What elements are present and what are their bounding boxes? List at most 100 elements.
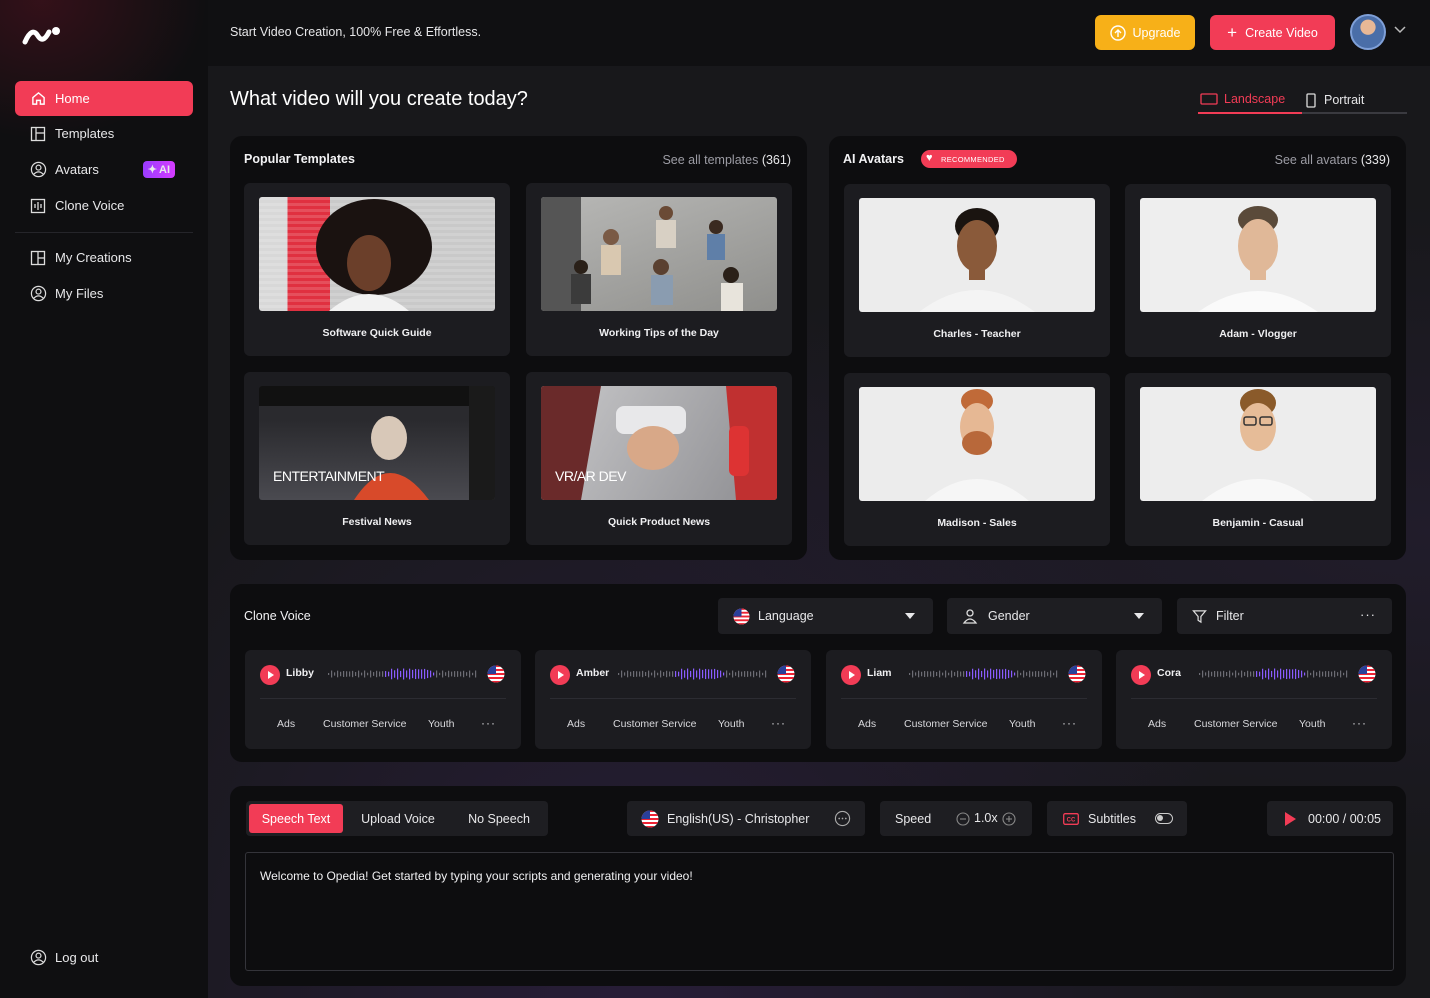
voice-card[interactable]: Amber Ads Customer Service Youth ··· — [535, 650, 811, 749]
gender-dropdown[interactable]: Gender — [947, 598, 1162, 634]
clone-voice-panel: Clone Voice Language Gender Filter ··· L… — [230, 584, 1406, 762]
minus-circle-icon[interactable] — [956, 812, 970, 826]
caret-down-icon — [905, 613, 915, 619]
template-card[interactable]: Working Tips of the Day — [526, 183, 792, 356]
more-circle-icon[interactable] — [834, 810, 851, 827]
subtitles-toggle[interactable] — [1155, 813, 1173, 824]
avatar-card[interactable]: Benjamin - Casual — [1125, 373, 1391, 546]
more-icon[interactable]: ··· — [1062, 716, 1077, 730]
play-icon[interactable] — [260, 665, 280, 685]
us-flag-icon — [1068, 665, 1086, 683]
voice-tag: Ads — [277, 718, 296, 730]
user-avatar[interactable] — [1350, 14, 1386, 50]
play-icon[interactable] — [841, 665, 861, 685]
main-content: What video will you create today? Landsc… — [208, 66, 1430, 998]
template-card[interactable]: ENTERTAINMENT Festival News — [244, 372, 510, 545]
template-thumbnail — [541, 197, 777, 311]
upgrade-icon — [1109, 24, 1126, 41]
subtitles-label: Subtitles — [1088, 811, 1136, 826]
plus-circle-icon[interactable] — [1002, 812, 1016, 826]
voice-card[interactable]: Liam Ads Customer Service Youth ··· — [826, 650, 1102, 749]
sidebar-item-label: Templates — [55, 126, 115, 141]
sidebar-divider — [15, 232, 193, 233]
template-thumbnail: ENTERTAINMENT — [259, 386, 495, 500]
template-caption: Working Tips of the Day — [599, 327, 719, 339]
svg-text:CC: CC — [1067, 817, 1076, 823]
recommended-badge: ♥ RECOMMENDED — [921, 150, 1017, 168]
sidebar-item-templates[interactable]: Templates — [15, 116, 193, 151]
app-logo[interactable] — [22, 22, 62, 48]
language-dropdown[interactable]: Language — [718, 598, 933, 634]
sidebar-item-my-creations[interactable]: My Creations — [15, 240, 193, 275]
tab-speech-text[interactable]: Speech Text — [249, 804, 343, 833]
tab-no-speech[interactable]: No Speech — [454, 804, 544, 833]
landscape-tab[interactable]: Landscape — [1198, 86, 1302, 114]
orientation-toggle: Landscape Portrait — [1198, 86, 1407, 114]
see-all-avatars-link[interactable]: See all avatars (339) — [1275, 153, 1390, 167]
more-icon[interactable]: ··· — [771, 716, 786, 730]
template-caption: Software Quick Guide — [322, 327, 432, 339]
avatars-title: AI Avatars — [843, 152, 904, 166]
template-thumbnail — [259, 197, 495, 311]
play-icon[interactable] — [1285, 811, 1296, 826]
template-card[interactable]: VR/AR DEV Quick Product News — [526, 372, 792, 545]
voice-tag: Customer Service — [613, 718, 697, 730]
plus-icon: + — [1227, 23, 1238, 42]
voice-tag: Youth — [1009, 718, 1036, 730]
person-icon — [962, 608, 978, 624]
filter-button[interactable]: Filter ··· — [1177, 598, 1392, 634]
voice-card[interactable]: Cora Ads Customer Service Youth ··· — [1116, 650, 1392, 749]
logout-button[interactable]: Log out — [15, 940, 193, 975]
script-textarea[interactable]: Welcome to Opedia! Get started by typing… — [245, 852, 1394, 971]
ai-badge: ✦ AI — [142, 161, 175, 178]
us-flag-icon — [777, 665, 795, 683]
sparkle-icon: ✦ — [147, 164, 157, 176]
more-icon[interactable]: ··· — [1352, 716, 1367, 730]
more-icon[interactable]: ··· — [481, 716, 496, 730]
sidebar-item-avatars[interactable]: Avatars ✦ AI — [15, 152, 193, 187]
script-text: Welcome to Opedia! Get started by typing… — [260, 869, 693, 883]
voice-card[interactable]: Libby Ads Customer Service Youth ··· — [245, 650, 521, 749]
voice-tag: Youth — [718, 718, 745, 730]
speed-label: Speed — [895, 811, 932, 826]
template-overlay-text: ENTERTAINMENT — [273, 468, 385, 484]
sidebar-item-my-files[interactable]: My Files — [15, 276, 193, 311]
play-icon[interactable] — [550, 665, 570, 685]
voice-selector[interactable]: English(US) - Christopher — [627, 801, 865, 836]
us-flag-icon — [1358, 665, 1376, 683]
avatar-card[interactable]: Madison - Sales — [844, 373, 1110, 546]
sidebar-item-clone-voice[interactable]: Clone Voice — [15, 188, 193, 223]
top-bar: Start Video Creation, 100% Free & Effort… — [208, 0, 1430, 66]
avatar-card[interactable]: Charles - Teacher — [844, 184, 1110, 357]
sidebar-item-label: Avatars — [55, 162, 99, 177]
tab-upload-voice[interactable]: Upload Voice — [350, 804, 446, 833]
create-video-button[interactable]: + Create Video — [1210, 15, 1335, 50]
template-thumbnail: VR/AR DEV — [541, 386, 777, 500]
template-card[interactable]: Software Quick Guide — [244, 183, 510, 356]
filter-label: Filter — [1216, 609, 1244, 623]
see-all-templates-link[interactable]: See all templates (361) — [662, 153, 791, 167]
sidebar-item-label: My Files — [55, 286, 104, 301]
more-icon[interactable]: ··· — [1360, 607, 1376, 622]
clone-voice-title: Clone Voice — [244, 609, 311, 623]
template-caption: Quick Product News — [607, 516, 711, 528]
divider — [550, 698, 796, 699]
avatar-card[interactable]: Adam - Vlogger — [1125, 184, 1391, 357]
sidebar-item-home[interactable]: Home — [15, 81, 193, 116]
avatar-caption: Charles - Teacher — [933, 328, 1021, 340]
upgrade-button[interactable]: Upgrade — [1095, 15, 1195, 50]
voice-name: Libby — [286, 667, 314, 679]
language-label: Language — [758, 609, 814, 623]
play-icon[interactable] — [1131, 665, 1151, 685]
home-icon — [29, 90, 47, 108]
voice-name: Liam — [867, 667, 892, 679]
voice-tag: Customer Service — [323, 718, 407, 730]
voice-selector-label: English(US) - Christopher — [667, 811, 810, 826]
upgrade-label: Upgrade — [1132, 25, 1181, 40]
templates-icon — [29, 125, 47, 143]
template-caption: Festival News — [342, 516, 412, 528]
voice-tag: Customer Service — [904, 718, 988, 730]
portrait-tab[interactable]: Portrait — [1306, 86, 1364, 114]
avatar-caption: Madison - Sales — [937, 517, 1017, 529]
chevron-down-icon[interactable] — [1394, 26, 1406, 34]
